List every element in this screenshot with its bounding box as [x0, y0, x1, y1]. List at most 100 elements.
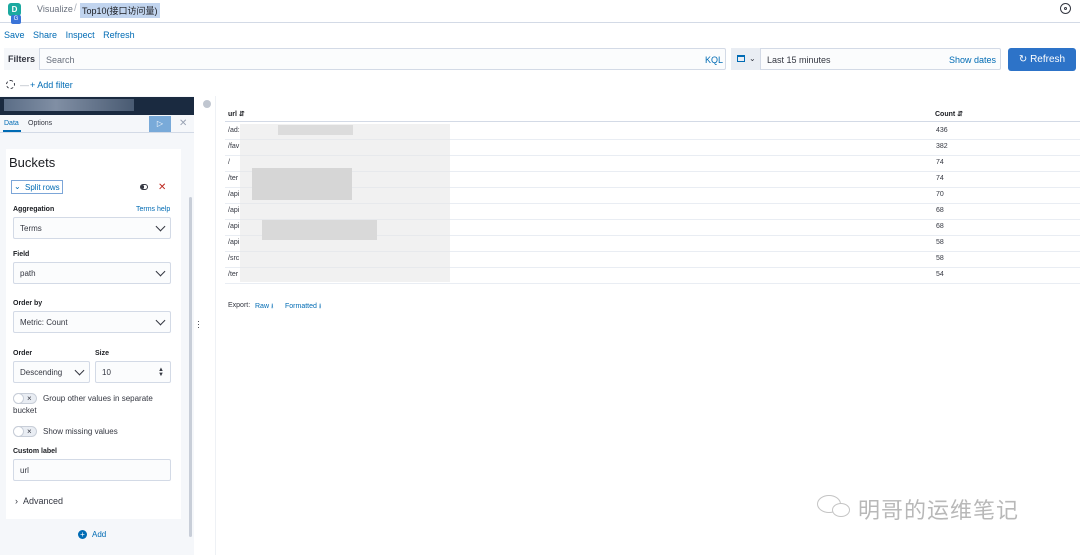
terms-help-link[interactable]: Terms help	[136, 206, 170, 213]
resize-handle-icon[interactable]: · · ·	[197, 317, 200, 332]
help-icon[interactable]	[1060, 3, 1071, 14]
column-header-count-label: Count	[935, 111, 956, 118]
order-value: Descending	[20, 368, 63, 377]
url-cell[interactable]: /ad:	[228, 127, 240, 134]
quick-menu-button[interactable]	[731, 48, 761, 70]
count-cell: 70	[936, 191, 944, 198]
buckets-title: Buckets	[9, 155, 56, 170]
url-cell[interactable]: /ter	[228, 175, 238, 182]
divider	[215, 96, 216, 555]
split-rows-label: Split rows	[25, 183, 60, 192]
url-cell[interactable]: /fav	[228, 143, 239, 150]
column-header-url[interactable]: url ⇵	[228, 110, 245, 118]
url-cell[interactable]: /api	[228, 223, 239, 230]
custom-label-label: Custom label	[13, 448, 57, 455]
filters-button[interactable]: Filters	[4, 48, 40, 70]
breadcrumb-title[interactable]: Top10(接口访问量)	[80, 3, 160, 18]
custom-label-value: url	[20, 466, 29, 475]
count-cell: 68	[936, 223, 944, 230]
formatted-label: Formatted	[285, 303, 317, 310]
download-icon: ⭳	[270, 303, 274, 310]
column-header-url-label: url	[228, 111, 237, 118]
url-cell[interactable]: /api	[228, 191, 239, 198]
redaction-block	[278, 125, 353, 135]
redacted-index-name	[4, 99, 134, 111]
chevron-down-icon: ⌄	[749, 54, 756, 63]
redaction-mask	[240, 124, 450, 282]
save-link[interactable]: Save	[4, 30, 25, 40]
custom-label-input[interactable]	[13, 459, 171, 481]
export-raw-link[interactable]: Raw ⭳	[255, 302, 273, 313]
url-cell[interactable]: /	[228, 159, 230, 166]
header-divider	[225, 121, 1080, 122]
discard-icon[interactable]: ✕	[179, 118, 187, 129]
stepper-icon[interactable]: ▲ ▼	[158, 367, 164, 378]
count-cell: 436	[936, 127, 948, 134]
refresh-link[interactable]: Refresh	[103, 30, 135, 40]
export-formatted-link[interactable]: Formatted ⭳	[285, 302, 321, 313]
url-cell[interactable]: /api	[228, 239, 239, 246]
order-by-label: Order by	[13, 300, 43, 307]
calendar-icon	[737, 55, 745, 62]
count-cell: 382	[936, 143, 948, 150]
url-cell[interactable]: /ter	[228, 271, 238, 278]
refresh-button[interactable]: ↻ Refresh	[1008, 48, 1076, 71]
add-button[interactable]: Add	[92, 530, 106, 539]
top-nav: Save Share Inspect Refresh	[4, 30, 141, 40]
order-label: Order	[13, 350, 33, 357]
close-icon: ×	[27, 427, 32, 436]
app-sub-icon: G	[11, 15, 21, 24]
advanced-label: Advanced	[23, 496, 64, 506]
url-cell[interactable]: /api	[228, 207, 239, 214]
kql-toggle[interactable]: KQL	[705, 55, 723, 65]
search-input[interactable]: Search	[46, 55, 75, 65]
advanced-toggle[interactable]: › Advanced	[15, 496, 63, 506]
redaction-block	[262, 220, 377, 240]
count-cell: 54	[936, 271, 944, 278]
tab-data[interactable]: Data	[4, 120, 19, 127]
collapse-sidebar-icon[interactable]	[203, 100, 211, 108]
time-range[interactable]: Last 15 minutes	[767, 55, 831, 65]
group-other-label-2: bucket	[13, 406, 37, 415]
aggregation-value: Terms	[20, 224, 42, 233]
inspect-link[interactable]: Inspect	[66, 30, 95, 40]
download-icon: ⭳	[318, 303, 322, 310]
top-header	[0, 0, 1080, 23]
group-other-switch[interactable]	[13, 393, 37, 404]
order-by-value: Metric: Count	[20, 318, 68, 327]
plus-icon[interactable]: +	[78, 530, 87, 539]
show-missing-switch[interactable]	[13, 426, 37, 437]
export-label: Export:	[228, 302, 251, 309]
disable-agg-toggle[interactable]	[140, 184, 148, 190]
field-select[interactable]	[13, 262, 171, 284]
redaction-block	[252, 168, 352, 200]
watermark-text: 明哥的运维笔记	[858, 498, 1020, 523]
gear-icon[interactable]	[6, 80, 15, 89]
search-bar[interactable]	[4, 48, 726, 70]
count-cell: 74	[936, 159, 944, 166]
tab-active-indicator	[3, 130, 21, 132]
tab-options[interactable]: Options	[28, 120, 52, 127]
share-link[interactable]: Share	[33, 30, 57, 40]
field-value: path	[20, 269, 36, 278]
breadcrumb-visualize[interactable]: Visualize	[37, 4, 73, 14]
count-cell: 58	[936, 239, 944, 246]
count-cell: 74	[936, 175, 944, 182]
size-label: Size	[95, 350, 110, 357]
wechat-icon-bubble	[832, 503, 850, 517]
raw-label: Raw	[255, 303, 270, 310]
url-cell[interactable]: /src	[228, 255, 239, 262]
count-cell: 58	[936, 255, 944, 262]
apply-changes-button[interactable]: ▷	[149, 116, 171, 132]
chevron-down-icon: ⌄	[14, 182, 21, 191]
show-dates-link[interactable]: Show dates	[949, 55, 996, 65]
breadcrumb-separator: /	[74, 3, 77, 14]
refresh-button-label: Refresh	[1030, 54, 1066, 65]
size-value: 10	[102, 368, 111, 377]
remove-agg-icon[interactable]: ✕	[158, 182, 166, 193]
close-icon: ×	[27, 394, 32, 403]
column-header-count[interactable]: Count ⇵	[935, 110, 963, 118]
filter-separator: —	[20, 80, 29, 90]
scrollbar[interactable]	[189, 197, 192, 537]
add-filter-link[interactable]: + Add filter	[30, 80, 73, 90]
